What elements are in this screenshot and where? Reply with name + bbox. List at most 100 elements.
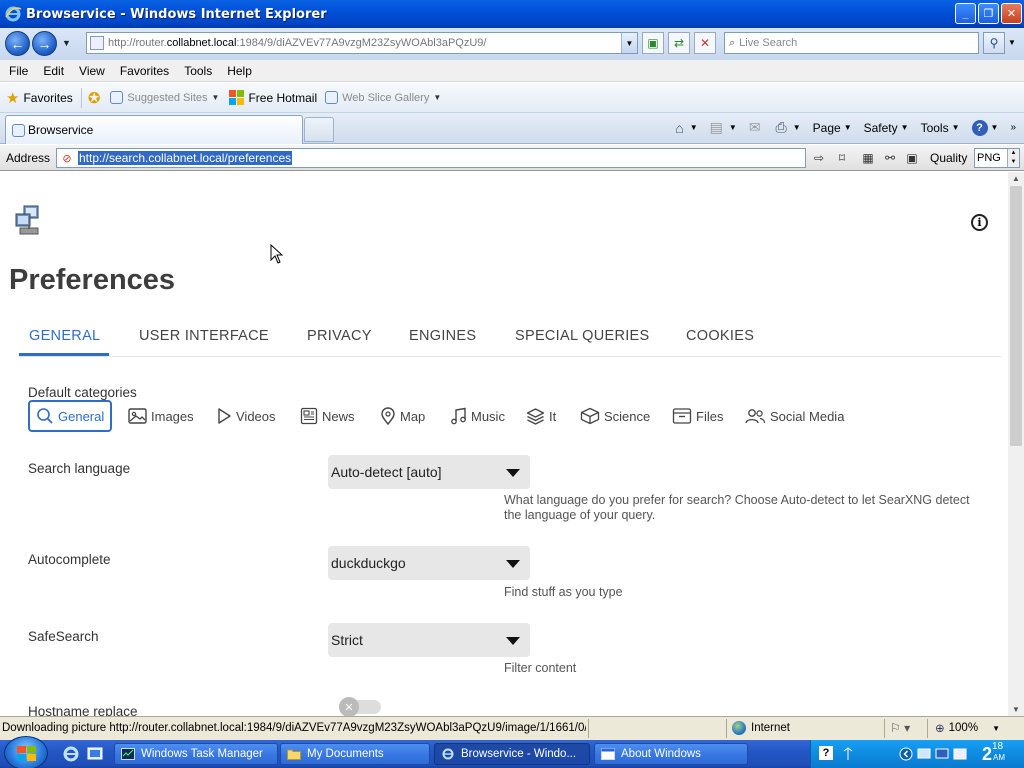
print-button[interactable]: ⎙ ▼ xyxy=(776,119,801,136)
monitor-tray-icon[interactable] xyxy=(917,747,931,761)
search-language-select[interactable]: Auto-detect [auto] xyxy=(328,455,530,489)
category-it[interactable]: It xyxy=(526,400,556,432)
menu-help[interactable]: Help xyxy=(218,64,258,78)
tab-special-queries[interactable]: SPECIAL QUERIES xyxy=(515,328,650,344)
close-button[interactable]: ✕ xyxy=(1001,3,1022,24)
category-images[interactable]: Images xyxy=(128,400,194,432)
chevron-down-icon: ▼ xyxy=(689,123,698,132)
url-field[interactable]: http://router. collabnet.local:1984/9/diA… xyxy=(86,32,638,54)
quality-spinner[interactable]: ▲ ▼ xyxy=(1007,149,1019,167)
page-menu[interactable]: Page ▼ xyxy=(813,121,852,135)
more-commands-chevron[interactable]: » xyxy=(1010,122,1016,133)
find-button[interactable]: ▦ xyxy=(859,149,877,167)
magnifier-icon: ⚲ xyxy=(989,36,999,50)
category-label: Map xyxy=(400,408,426,424)
scroll-up-arrow-icon[interactable]: ▲ xyxy=(1012,174,1020,183)
category-general[interactable]: General xyxy=(28,400,113,432)
url-host: collabnet.local xyxy=(166,37,237,49)
speaker-tray-icon[interactable] xyxy=(953,747,967,761)
suggested-sites-link[interactable]: Suggested Sites ▼ xyxy=(110,91,219,104)
menu-edit[interactable]: Edit xyxy=(34,64,70,78)
recent-pages-dropdown[interactable]: ▼ xyxy=(62,38,71,48)
category-map[interactable]: Map xyxy=(380,400,425,432)
task-browservice[interactable]: Browservice - Windo... xyxy=(434,743,590,765)
search-options-dropdown[interactable]: ▼ xyxy=(1008,38,1016,47)
tab-general[interactable]: GENERAL xyxy=(29,328,100,344)
quick-launch-ie-icon[interactable] xyxy=(62,745,80,763)
autocomplete-select[interactable]: duckduckgo xyxy=(328,546,530,580)
go-button[interactable]: ⇨ xyxy=(810,149,828,167)
live-search-input[interactable]: ⌕ Live Search xyxy=(724,32,979,54)
find-next-button[interactable]: ⚯ xyxy=(881,149,899,167)
category-videos[interactable]: Videos xyxy=(216,400,276,432)
display-tray-icon[interactable] xyxy=(935,747,949,761)
help-tray-icon[interactable]: ? xyxy=(819,746,833,760)
task-windows-task-manager[interactable]: Windows Task Manager xyxy=(114,743,278,765)
vertical-scrollbar[interactable]: ▲ ▼ xyxy=(1008,172,1024,716)
category-social-media[interactable]: Social Media xyxy=(744,400,844,432)
quality-select[interactable]: PNG ▲ ▼ xyxy=(974,148,1020,168)
show-desktop-icon[interactable] xyxy=(86,745,104,763)
safety-menu[interactable]: Safety ▼ xyxy=(864,121,909,135)
scroll-down-arrow-icon[interactable]: ▼ xyxy=(1012,705,1020,714)
tab-engines[interactable]: ENGINES xyxy=(409,328,476,344)
security-zone[interactable]: Internet xyxy=(732,721,790,735)
back-button[interactable]: ← xyxy=(5,31,30,56)
start-button[interactable] xyxy=(4,736,48,768)
hostname-replace-toggle[interactable]: ✕ xyxy=(339,697,381,716)
url-dropdown-button[interactable]: ▼ xyxy=(621,33,637,53)
tab-privacy[interactable]: PRIVACY xyxy=(307,328,372,344)
tray-expand-icon[interactable] xyxy=(899,747,913,761)
category-news[interactable]: News xyxy=(300,400,355,432)
chevron-down-icon: ▼ xyxy=(843,123,852,132)
autocomplete-label: Autocomplete xyxy=(28,552,111,567)
protected-mode-icon[interactable]: ⚐ ▾ xyxy=(890,721,910,735)
category-label: Music xyxy=(471,408,505,424)
stop-button[interactable]: ✕ xyxy=(694,32,716,54)
network-tray-icon[interactable] xyxy=(841,747,855,761)
task-my-documents[interactable]: My Documents xyxy=(280,743,430,765)
read-mail-button[interactable]: ✉ xyxy=(749,119,764,136)
forward-button[interactable]: → xyxy=(32,31,57,56)
new-tab-button[interactable] xyxy=(304,117,334,142)
task-about-windows[interactable]: About Windows xyxy=(594,743,748,765)
web-slice-gallery-link[interactable]: Web Slice Gallery ▼ xyxy=(325,91,441,104)
search-go-button[interactable]: ⚲ xyxy=(983,32,1005,54)
mouse-cursor-icon xyxy=(270,244,284,264)
zoom-level-button[interactable]: ⊕ 100% ▼ xyxy=(935,721,1000,735)
tab-user-interface[interactable]: USER INTERFACE xyxy=(139,328,269,344)
ie-logo-icon xyxy=(5,6,22,22)
proxy-address-input[interactable]: ⊘ http://search.collabnet.local/preferen… xyxy=(56,148,806,168)
menu-favorites[interactable]: Favorites xyxy=(111,64,175,78)
chevron-down-icon: ▼ xyxy=(792,123,801,132)
category-music[interactable]: Music xyxy=(450,400,505,432)
clock-ampm[interactable]: AM xyxy=(993,753,1005,762)
bookmark-button[interactable]: ⌑ xyxy=(833,149,851,167)
menu-tools[interactable]: Tools xyxy=(175,64,218,78)
maximize-button[interactable]: ❐ xyxy=(978,3,999,24)
tools-menu[interactable]: Tools ▼ xyxy=(921,121,960,135)
safesearch-select[interactable]: Strict xyxy=(328,623,530,657)
compatibility-view-button[interactable]: ▣ xyxy=(642,32,664,54)
category-science[interactable]: Science xyxy=(580,400,650,432)
help-menu[interactable]: ? ▼ xyxy=(971,119,998,136)
add-favorite-icon[interactable]: ✪ xyxy=(88,89,101,107)
people-icon xyxy=(745,409,766,424)
tab-cookies[interactable]: COOKIES xyxy=(686,328,754,344)
menu-file[interactable]: File xyxy=(0,64,34,78)
category-files[interactable]: Files xyxy=(672,400,723,432)
minimize-button[interactable]: _ xyxy=(955,3,976,24)
clock-minute[interactable]: 18 xyxy=(992,741,1003,752)
zoom-magnifier-icon: ⊕ xyxy=(935,723,945,735)
menu-view[interactable]: View xyxy=(70,64,111,78)
scrollbar-thumb[interactable] xyxy=(1010,186,1022,446)
free-hotmail-link[interactable]: Free Hotmail xyxy=(229,90,317,105)
favorites-button[interactable]: ★ Favorites xyxy=(6,89,73,107)
clipboard-button[interactable]: ▣ xyxy=(903,149,921,167)
feeds-button[interactable]: ▤ ▼ xyxy=(710,119,737,136)
home-button[interactable]: ⌂ ▼ xyxy=(675,120,697,136)
info-icon[interactable]: i xyxy=(971,214,988,231)
refresh-button[interactable]: ⇄ xyxy=(668,32,690,54)
clock-hour[interactable]: 2 xyxy=(982,744,992,765)
tab-browservice[interactable]: Browservice xyxy=(5,115,303,144)
